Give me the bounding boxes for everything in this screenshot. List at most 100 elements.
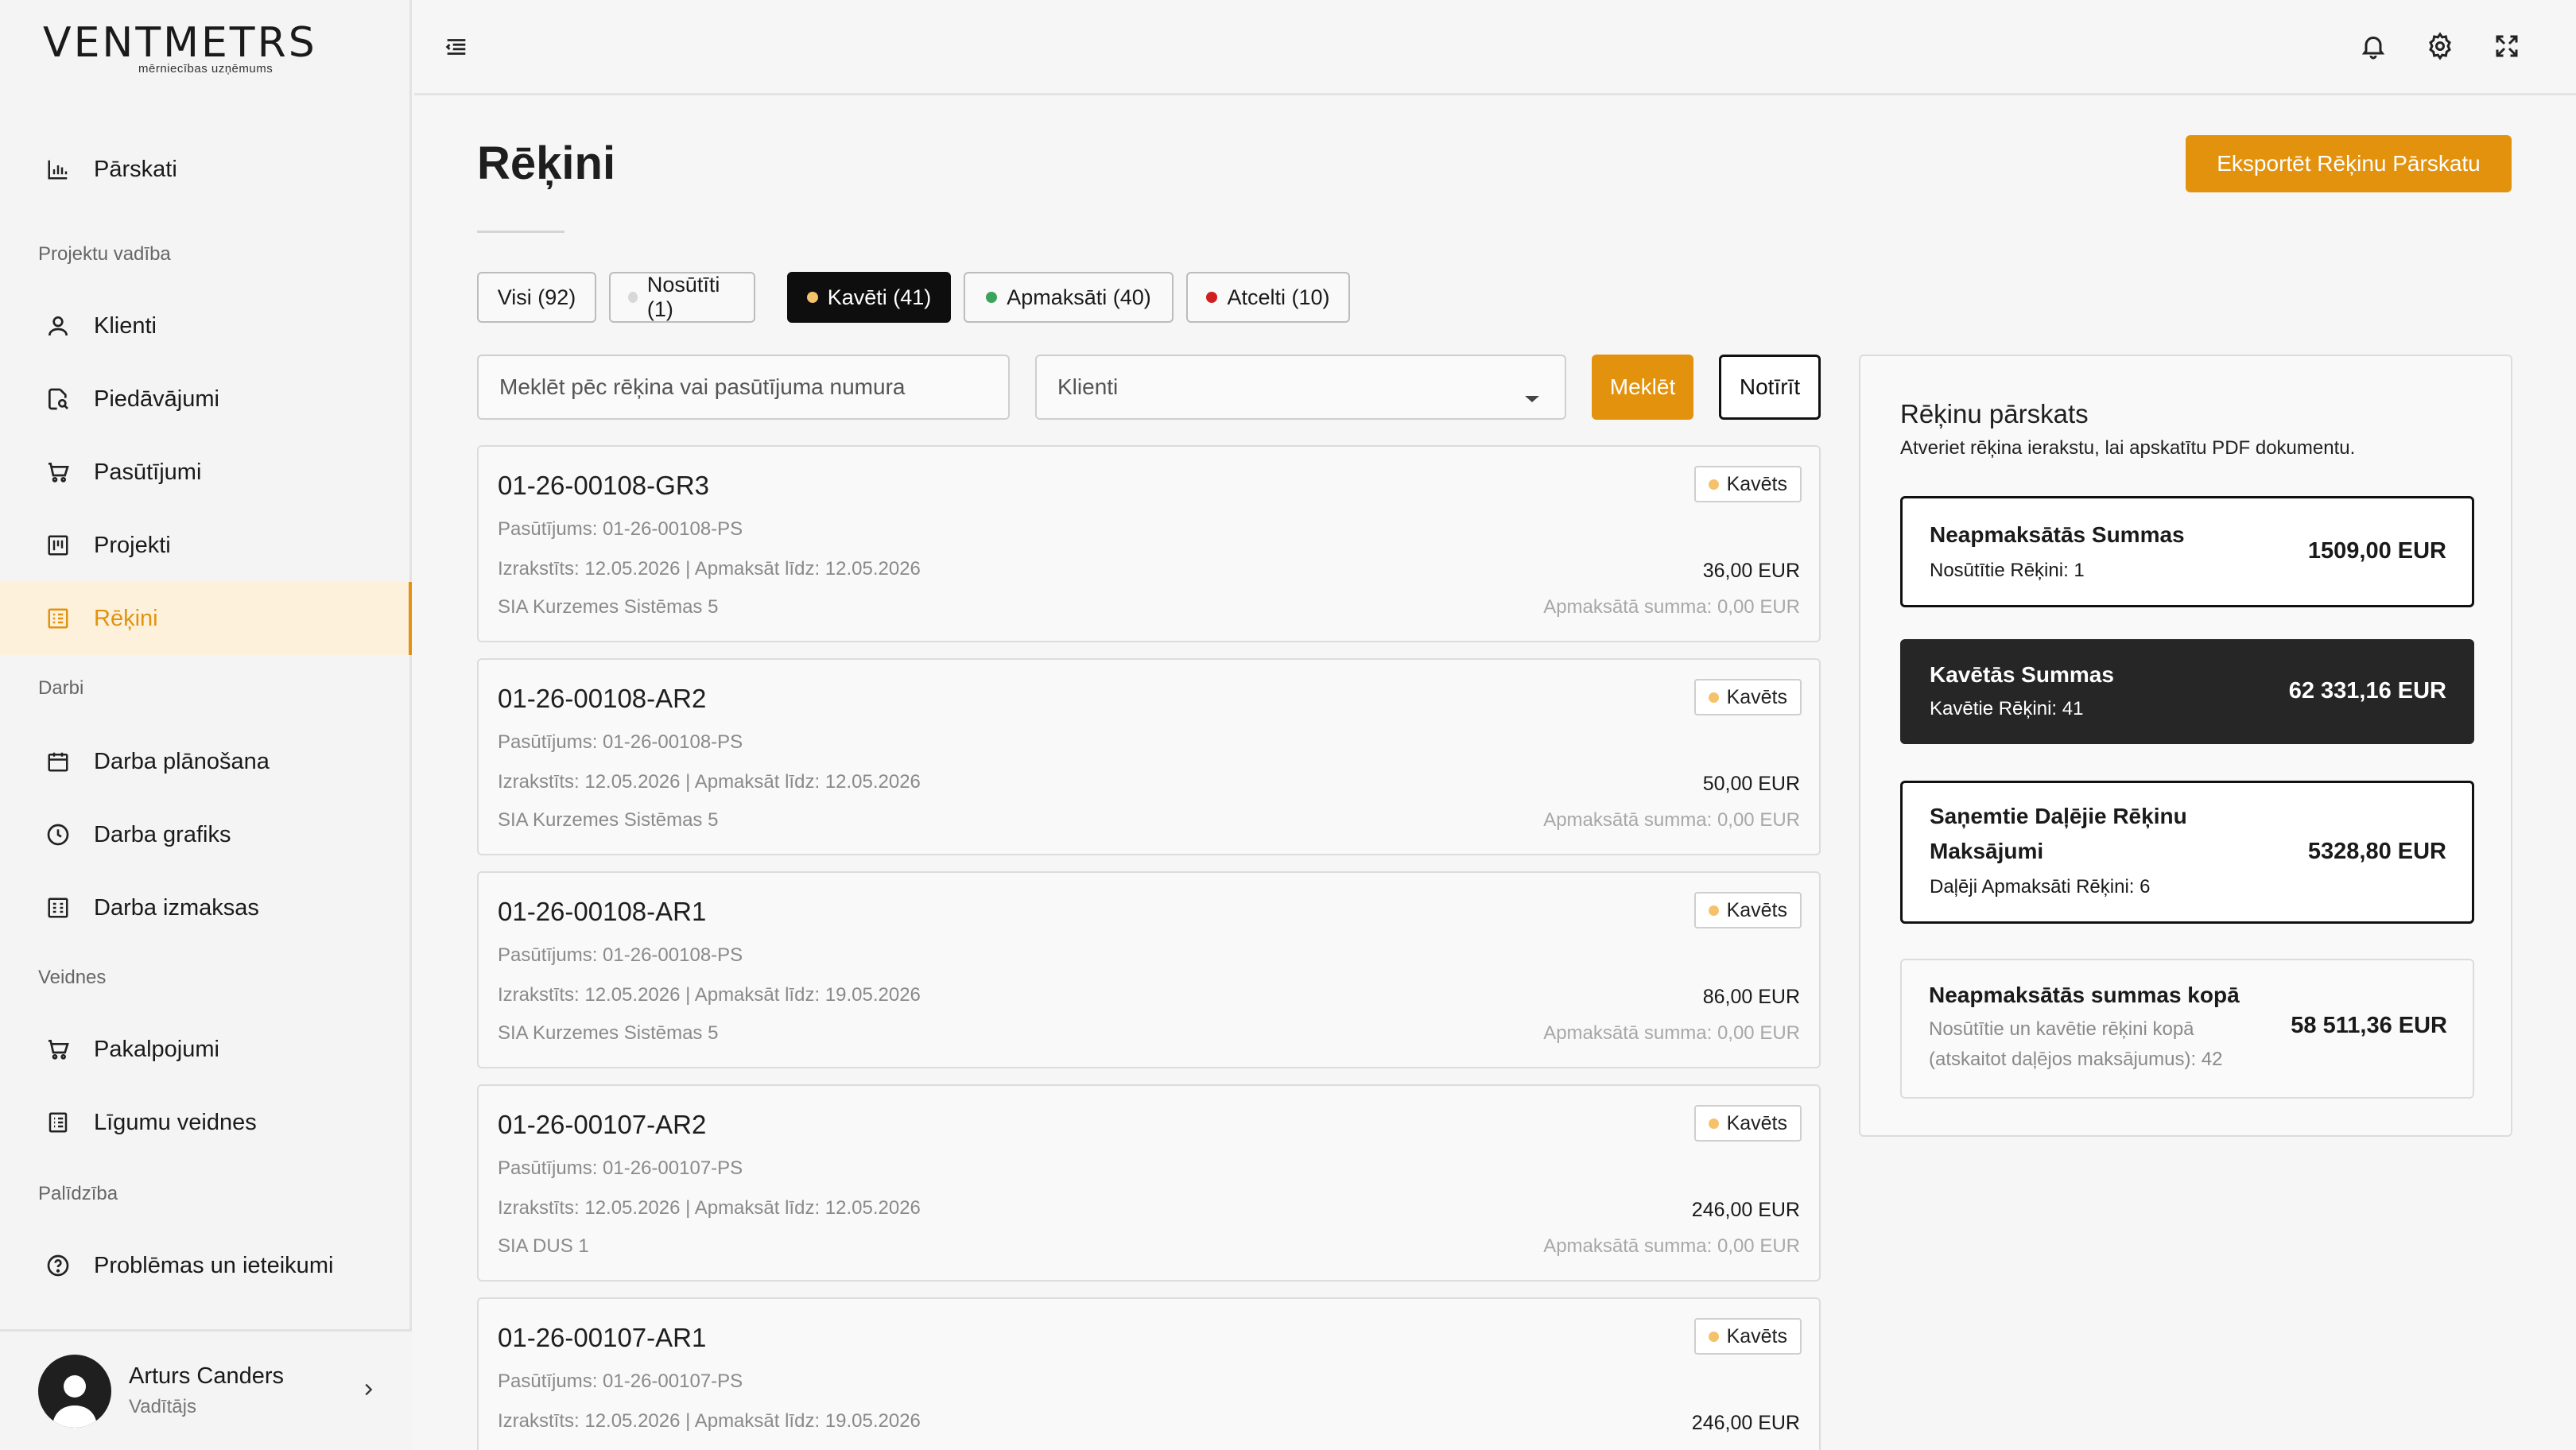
status-dot	[628, 292, 638, 303]
invoice-paid-amount: Apmaksātā summa: 0,00 EUR	[1543, 596, 1800, 618]
partial-payments-card[interactable]: Saņemtie Daļējie Rēķinu Maksājumi Daļēji…	[1900, 781, 2474, 924]
search-button[interactable]: Meklēt	[1592, 355, 1693, 420]
cart-icon	[43, 457, 73, 487]
page-title: Rēķini	[477, 138, 616, 189]
invoice-client: SIA DUS 1	[498, 1235, 589, 1257]
calendar-icon	[43, 746, 73, 777]
status-dot	[986, 292, 998, 303]
search-input[interactable]	[477, 355, 1010, 420]
export-report-button[interactable]: Eksportēt Rēķinu Pārskatu	[2186, 135, 2512, 192]
tab-label: Kavēti (41)	[827, 285, 932, 309]
invoice-amount: 246,00 EUR	[1691, 1199, 1800, 1221]
status-badge-label: Kavēts	[1726, 472, 1787, 495]
sidebar-item-label: Projekti	[94, 532, 171, 558]
bar-chart-icon	[43, 154, 73, 184]
invoice-dates: Izrakstīts: 12.05.2026 | Apmaksāt līdz: …	[498, 1410, 921, 1432]
nav-section-projects: Projektu vadība	[38, 243, 171, 265]
bell-icon[interactable]	[2359, 32, 2388, 64]
card-value: 62 331,16 EUR	[2288, 678, 2446, 704]
sidebar-item-label: Darba izmaksas	[94, 894, 259, 921]
invoice-dates: Izrakstīts: 12.05.2026 | Apmaksāt līdz: …	[498, 1197, 921, 1219]
card-value: 5328,80 EUR	[2307, 839, 2446, 864]
client-select-value: Klienti	[1057, 374, 1119, 399]
invoice-paid-amount: Apmaksātā summa: 0,00 EUR	[1543, 1022, 1800, 1044]
status-badge-label: Kavēts	[1726, 1111, 1787, 1134]
sidebar-item-orders[interactable]: Pasūtījumi	[0, 436, 412, 509]
sidebar-item-label: Piedāvājumi	[94, 386, 219, 412]
summary-title: Rēķinu pārskats	[1900, 399, 2089, 428]
list-document-icon	[43, 1107, 73, 1138]
status-badge: Kavēts	[1693, 679, 1802, 715]
card-note: Daļēji Apmaksāti Rēķini: 6	[1930, 876, 2151, 898]
tab-paid[interactable]: Apmaksāti (40)	[964, 272, 1174, 323]
brand-logo[interactable]: VENTMETRS mērniecības uzņēmums	[43, 19, 315, 83]
invoice-order: Pasūtījums: 01-26-00108-PS	[498, 944, 743, 966]
client-select[interactable]: Klienti	[1035, 355, 1566, 420]
tab-label: Apmaksāti (40)	[1007, 285, 1151, 309]
fullscreen-icon[interactable]	[2493, 32, 2521, 64]
summary-subtitle: Atveriet rēķina ierakstu, lai apskatītu …	[1900, 437, 2356, 459]
invoice-paid-amount: Apmaksātā summa: 0,00 EUR	[1543, 809, 1800, 831]
invoice-card[interactable]: 01-26-00107-AR2 Pasūtījums: 01-26-00107-…	[477, 1084, 1821, 1281]
invoice-card[interactable]: 01-26-00108-AR2 Pasūtījums: 01-26-00108-…	[477, 658, 1821, 855]
invoice-amount: 246,00 EUR	[1691, 1412, 1800, 1434]
gear-icon[interactable]	[2426, 32, 2454, 64]
menu-collapse-icon[interactable]	[443, 33, 470, 64]
sidebar-item-issues[interactable]: Problēmas un ieteikumi	[0, 1229, 412, 1302]
status-badge: Kavēts	[1693, 466, 1802, 502]
clear-button[interactable]: Notīrīt	[1719, 355, 1821, 420]
invoice-list: 01-26-00108-GR3 Pasūtījums: 01-26-00108-…	[477, 445, 1821, 1450]
sidebar-item-services[interactable]: Pakalpojumi	[0, 1013, 412, 1086]
sidebar: VENTMETRS mērniecības uzņēmums Pārskati …	[0, 0, 412, 1450]
total-unpaid-card[interactable]: Neapmaksātās summas kopā Nosūtītie un ka…	[1900, 959, 2474, 1099]
card-value: 58 511,36 EUR	[2291, 1013, 2447, 1038]
sidebar-item-label: Pakalpojumi	[94, 1036, 219, 1062]
sidebar-item-contract-templates[interactable]: Līgumu veidnes	[0, 1086, 412, 1159]
sidebar-item-work-planning[interactable]: Darba plānošana	[0, 725, 412, 798]
status-dot	[1206, 292, 1218, 303]
help-circle-icon	[43, 1250, 73, 1281]
sidebar-item-reports[interactable]: Pārskati	[0, 133, 412, 206]
status-dot	[1708, 479, 1719, 490]
invoice-card[interactable]: 01-26-00107-AR1 Pasūtījums: 01-26-00107-…	[477, 1297, 1821, 1450]
status-dot	[1708, 692, 1719, 703]
tab-all[interactable]: Visi (92)	[477, 272, 596, 323]
avatar	[38, 1354, 111, 1428]
card-value: 1509,00 EUR	[2307, 538, 2446, 564]
invoice-card[interactable]: 01-26-00108-GR3 Pasūtījums: 01-26-00108-…	[477, 445, 1821, 642]
invoice-amount: 86,00 EUR	[1702, 986, 1800, 1008]
overdue-sums-card[interactable]: Kavētās Summas Kavētie Rēķini: 41 62 331…	[1900, 639, 2474, 744]
unpaid-sums-card[interactable]: Neapmaksātās Summas Nosūtītie Rēķini: 1 …	[1900, 496, 2474, 607]
caret-down-icon	[1523, 384, 1541, 409]
card-label: Saņemtie Daļējie Rēķinu Maksājumi	[1930, 804, 2187, 863]
invoice-card[interactable]: 01-26-00108-AR1 Pasūtījums: 01-26-00108-…	[477, 871, 1821, 1068]
nav-section-templates: Veidnes	[38, 967, 107, 988]
sidebar-item-offers[interactable]: Piedāvājumi	[0, 362, 412, 436]
card-label: Kavētās Summas	[1930, 662, 2114, 687]
invoice-summary-panel: Rēķinu pārskats Atveriet rēķina ierakstu…	[1859, 355, 2512, 1137]
sidebar-item-invoices[interactable]: Rēķini	[0, 582, 412, 655]
sidebar-item-projects[interactable]: Projekti	[0, 509, 412, 582]
status-badge-label: Kavēts	[1726, 685, 1787, 708]
invoice-number: 01-26-00107-AR2	[498, 1110, 707, 1139]
tab-overdue[interactable]: Kavēti (41)	[787, 272, 951, 323]
sidebar-item-work-schedule[interactable]: Darba grafiks	[0, 798, 412, 871]
invoice-client: SIA Kurzemes Sistēmas 5	[498, 1022, 719, 1044]
invoice-order: Pasūtījums: 01-26-00108-PS	[498, 518, 743, 540]
status-badge: Kavēts	[1693, 1105, 1802, 1142]
invoice-paid-amount: Apmaksātā summa: 0,00 EUR	[1543, 1235, 1800, 1257]
tab-cancelled[interactable]: Atcelti (10)	[1186, 272, 1350, 323]
invoice-number: 01-26-00108-AR2	[498, 684, 707, 713]
sidebar-item-clients[interactable]: Klienti	[0, 289, 412, 362]
invoice-number: 01-26-00108-AR1	[498, 897, 707, 926]
user-panel[interactable]: Arturs Canders Vadītājs	[0, 1329, 412, 1450]
title-divider	[477, 231, 564, 233]
invoice-order: Pasūtījums: 01-26-00107-PS	[498, 1157, 743, 1179]
sidebar-item-work-costs[interactable]: Darba izmaksas	[0, 871, 412, 944]
document-search-icon	[43, 384, 73, 414]
status-dot	[1708, 905, 1719, 916]
chevron-right-icon[interactable]	[359, 1378, 377, 1405]
status-dot	[806, 292, 818, 303]
status-badge-label: Kavēts	[1726, 898, 1787, 921]
tab-sent[interactable]: Nosūtīti (1)	[609, 272, 755, 323]
